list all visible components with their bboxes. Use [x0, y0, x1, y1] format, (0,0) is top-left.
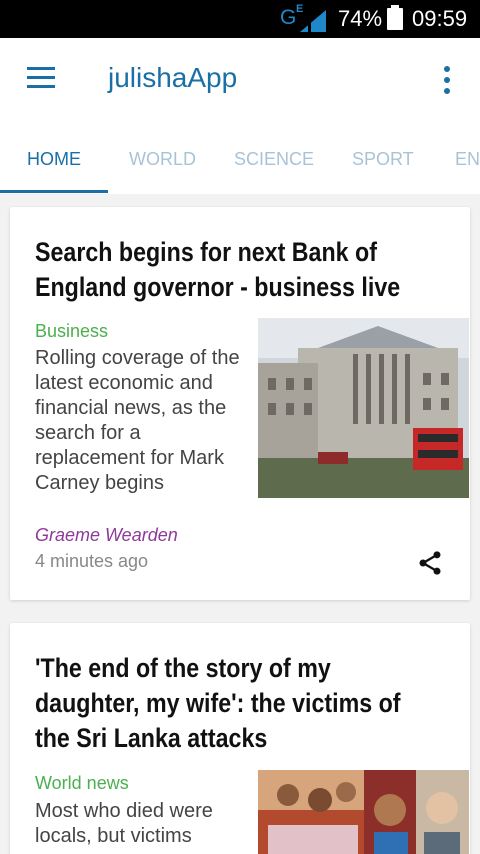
active-tab-indicator: [0, 190, 108, 193]
app-title: julishaApp: [108, 62, 238, 93]
article-section: World news: [35, 773, 129, 793]
article-time: 4 minutes ago: [35, 551, 149, 571]
share-icon[interactable]: [416, 549, 444, 577]
article-summary: Rolling coverage of the latest economic …: [35, 347, 240, 494]
bank-of-england-image: [258, 318, 469, 498]
article-summary: Most who died were locals, but victims: [35, 800, 213, 847]
section-tabs: HOME WORLD SCIENCE SPORT EN: [0, 120, 480, 194]
network-type: G: [280, 6, 297, 29]
article-headline[interactable]: Search begins for next Bank of England g…: [35, 235, 439, 305]
victims-photo-collage: [258, 770, 469, 854]
article-card[interactable]: 'The end of the story of my daughter, my…: [10, 623, 470, 854]
article-section: Business: [35, 321, 109, 341]
tab-home[interactable]: HOME: [27, 149, 81, 170]
app-bar: julishaApp: [0, 38, 480, 120]
clock: 09:59: [412, 6, 468, 31]
article-card[interactable]: Search begins for next Bank of England g…: [10, 207, 470, 600]
article-headline[interactable]: 'The end of the story of my daughter, my…: [35, 651, 439, 756]
status-bar: G E 74% 09:59: [0, 0, 480, 38]
battery-percent: 74%: [338, 6, 383, 31]
network-signal-icon: G E: [280, 3, 328, 32]
signal-bars-icon: [300, 10, 326, 32]
tab-sport[interactable]: SPORT: [352, 149, 414, 170]
more-vert-icon[interactable]: [440, 66, 454, 96]
article-author: Graeme Wearden: [35, 525, 178, 545]
article-thumbnail[interactable]: [258, 770, 469, 854]
tab-world[interactable]: WORLD: [129, 149, 196, 170]
battery-icon: [387, 5, 403, 30]
tab-en[interactable]: EN: [455, 149, 480, 170]
article-thumbnail[interactable]: [258, 318, 469, 498]
tab-science[interactable]: SCIENCE: [234, 149, 314, 170]
hamburger-menu-icon[interactable]: [27, 67, 57, 91]
